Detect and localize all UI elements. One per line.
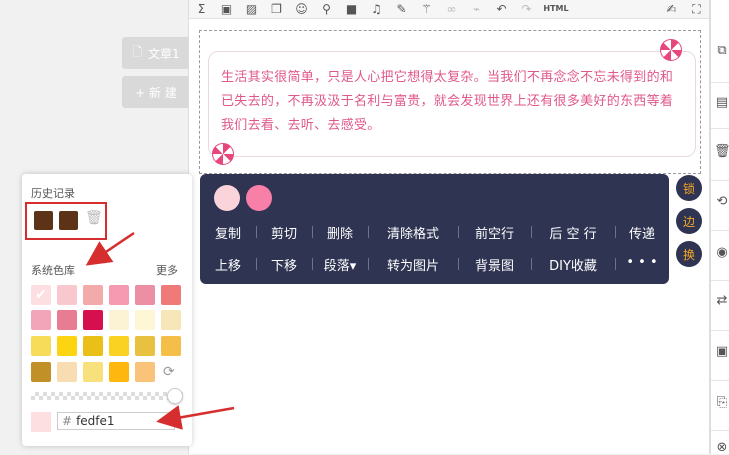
arrow-to-hex-input xyxy=(156,405,235,430)
arrow-to-palette xyxy=(85,231,135,266)
annotation-arrows xyxy=(85,231,235,430)
